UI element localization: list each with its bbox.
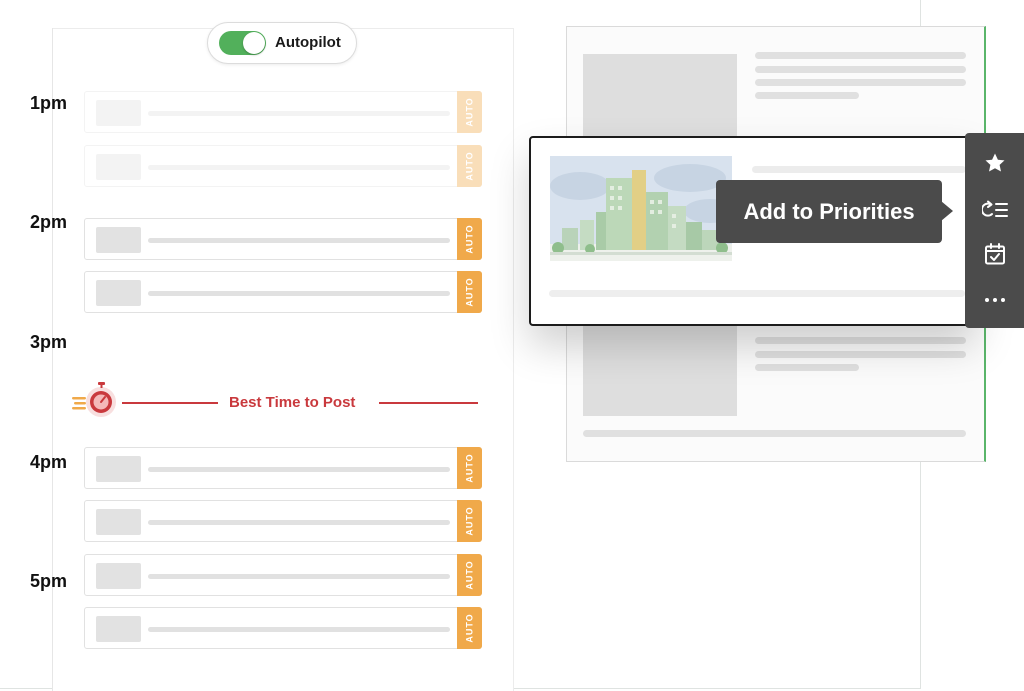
star-button[interactable] bbox=[965, 141, 1024, 185]
post-text-placeholder bbox=[148, 627, 450, 632]
auto-badge: AUTO bbox=[457, 500, 482, 542]
post-thumbnail bbox=[96, 509, 141, 535]
auto-badge: AUTO bbox=[457, 554, 482, 596]
more-options-button[interactable] bbox=[965, 278, 1024, 322]
add-to-priorities-button[interactable] bbox=[965, 188, 1024, 232]
best-time-to-post-label: Best Time to Post bbox=[229, 394, 356, 411]
scheduled-post-slot[interactable]: AUTO bbox=[84, 218, 482, 260]
hour-label-1pm: 1pm bbox=[30, 93, 68, 113]
preview-text-line bbox=[755, 79, 966, 86]
scheduled-post-slot[interactable]: AUTO bbox=[84, 447, 482, 489]
autopilot-switch-knob bbox=[243, 32, 265, 54]
post-thumbnail bbox=[96, 456, 141, 482]
post-text-placeholder bbox=[148, 574, 450, 579]
preview-text-line bbox=[755, 351, 966, 358]
star-icon bbox=[985, 153, 1004, 172]
post-thumbnail bbox=[96, 100, 141, 126]
preview-text-line bbox=[755, 364, 859, 371]
hour-label-5pm: 5pm bbox=[30, 571, 68, 591]
hour-label-3pm: 3pm bbox=[30, 332, 68, 352]
post-thumbnail bbox=[96, 280, 141, 306]
hour-label-4pm: 4pm bbox=[30, 452, 68, 472]
post-text-placeholder bbox=[148, 238, 450, 243]
post-thumbnail bbox=[96, 154, 141, 180]
preview-text-line bbox=[755, 52, 966, 59]
autopilot-label: Autopilot bbox=[275, 34, 341, 51]
calendar-check-icon bbox=[984, 243, 1005, 265]
stopwatch-icon bbox=[72, 382, 116, 417]
scheduled-post-slot[interactable]: AUTO bbox=[84, 500, 482, 542]
preview-text-line bbox=[755, 92, 859, 99]
post-thumbnail bbox=[96, 227, 141, 253]
preview-image-placeholder bbox=[583, 326, 737, 416]
post-action-toolbar bbox=[965, 133, 1024, 328]
post-thumbnail bbox=[96, 563, 141, 589]
scheduled-post-slot[interactable]: AUTO bbox=[84, 554, 482, 596]
post-text-placeholder bbox=[148, 467, 450, 472]
preview-text-line bbox=[755, 337, 966, 344]
auto-badge: AUTO bbox=[457, 271, 482, 313]
add-to-priorities-tooltip: Add to Priorities bbox=[716, 180, 942, 243]
auto-badge: AUTO bbox=[457, 145, 482, 187]
post-text-placeholder bbox=[148, 520, 450, 525]
preview-image-placeholder bbox=[583, 54, 737, 140]
post-text-placeholder bbox=[148, 291, 450, 296]
best-time-line-right bbox=[379, 402, 478, 404]
more-icon bbox=[984, 298, 1005, 302]
scheduled-post-slot[interactable]: AUTO bbox=[84, 271, 482, 313]
post-text-placeholder bbox=[148, 165, 450, 170]
scheduled-post-slot[interactable]: AUTO bbox=[84, 607, 482, 649]
scheduled-post-slot[interactable]: AUTO bbox=[84, 91, 482, 133]
auto-badge: AUTO bbox=[457, 447, 482, 489]
scheduled-post-slot[interactable]: AUTO bbox=[84, 145, 482, 187]
preview-text-line bbox=[583, 430, 966, 437]
schedule-button[interactable] bbox=[965, 232, 1024, 276]
auto-badge: AUTO bbox=[457, 218, 482, 260]
add-to-priorities-icon bbox=[981, 200, 1008, 217]
city-illustration-image bbox=[550, 156, 732, 261]
card-text-line bbox=[752, 166, 966, 173]
preview-text-line bbox=[755, 66, 966, 73]
tooltip-arrow bbox=[941, 201, 953, 221]
card-text-line bbox=[549, 290, 965, 297]
auto-badge: AUTO bbox=[457, 91, 482, 133]
auto-badge: AUTO bbox=[457, 607, 482, 649]
hour-label-2pm: 2pm bbox=[30, 212, 68, 232]
post-text-placeholder bbox=[148, 111, 450, 116]
post-thumbnail bbox=[96, 616, 141, 642]
best-time-line-left bbox=[122, 402, 218, 404]
